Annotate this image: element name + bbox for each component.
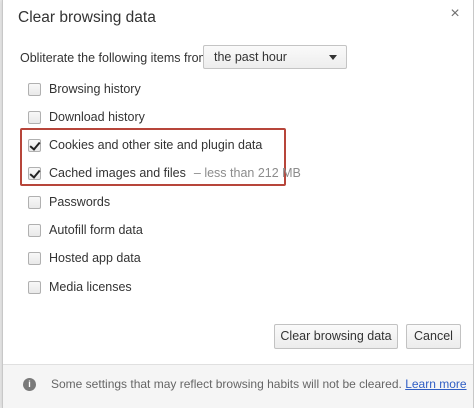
footer-notice: Some settings that may reflect browsing … [51,377,467,391]
option-label: Download history [49,110,145,124]
option-label: Autofill form data [49,223,143,237]
checkbox[interactable] [28,223,41,237]
option-media-licenses[interactable]: Media licenses [28,279,132,295]
option-label: Hosted app data [49,251,141,265]
checkbox[interactable] [28,195,41,209]
time-range-selected-value: the past hour [214,50,287,64]
info-icon: i [23,378,36,391]
checkbox[interactable] [28,280,41,294]
time-range-select[interactable]: the past hour [203,45,347,69]
dialog-footer: i Some settings that may reflect browsin… [3,364,473,408]
checkbox[interactable] [28,251,41,265]
option-cookies[interactable]: Cookies and other site and plugin data [28,137,262,153]
option-download-history[interactable]: Download history [28,109,145,125]
cancel-button[interactable]: Cancel [406,324,461,349]
time-range-label: Obliterate the following items from: [20,51,213,65]
learn-more-link[interactable]: Learn more [405,377,466,391]
option-passwords[interactable]: Passwords [28,194,110,210]
cache-size-detail: – less than 212 MB [193,166,301,180]
checkbox-checked[interactable] [28,166,41,180]
checkbox[interactable] [28,82,41,96]
chevron-down-icon [329,55,337,60]
close-icon[interactable]: × [447,6,463,22]
option-label: Cached images and files [49,166,186,180]
option-label: Media licenses [49,280,132,294]
option-label: Browsing history [49,82,141,96]
option-cached-images[interactable]: Cached images and files – less than 212 … [28,165,301,181]
option-label: Cookies and other site and plugin data [49,138,263,152]
clear-browsing-data-dialog: Clear browsing data × Obliterate the fol… [2,0,474,408]
option-hosted-app-data[interactable]: Hosted app data [28,250,141,266]
checkbox[interactable] [28,110,41,124]
option-browsing-history[interactable]: Browsing history [28,81,141,97]
option-label: Passwords [49,195,111,209]
clear-browsing-data-button[interactable]: Clear browsing data [274,324,398,349]
option-autofill-form-data[interactable]: Autofill form data [28,222,143,238]
checkbox-checked[interactable] [28,138,41,152]
dialog-title: Clear browsing data [18,9,156,26]
footer-notice-text: Some settings that may reflect browsing … [51,377,402,391]
